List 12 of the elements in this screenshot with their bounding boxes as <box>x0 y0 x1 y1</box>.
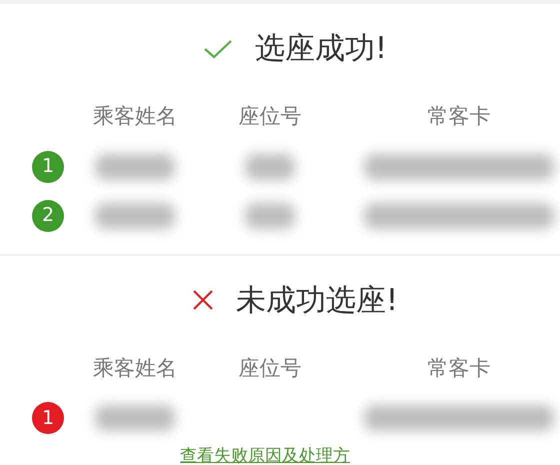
column-header: 乘客姓名 <box>92 103 178 130</box>
passenger-number: 2 <box>32 200 64 232</box>
column-header: 座位号 <box>238 354 302 382</box>
column-header: 座位号 <box>238 103 302 130</box>
column-header: 常客卡 <box>426 354 492 382</box>
section-title: 选座成功! <box>254 30 388 68</box>
column-header: 乘客姓名 <box>92 354 178 382</box>
passenger-number: 1 <box>32 402 64 434</box>
failure-reason-link[interactable]: 查看失败原因及处理方 <box>180 444 350 465</box>
section-title: 未成功选座! <box>236 282 398 320</box>
passenger-number: 1 <box>32 150 64 182</box>
column-header: 常客卡 <box>426 103 492 130</box>
